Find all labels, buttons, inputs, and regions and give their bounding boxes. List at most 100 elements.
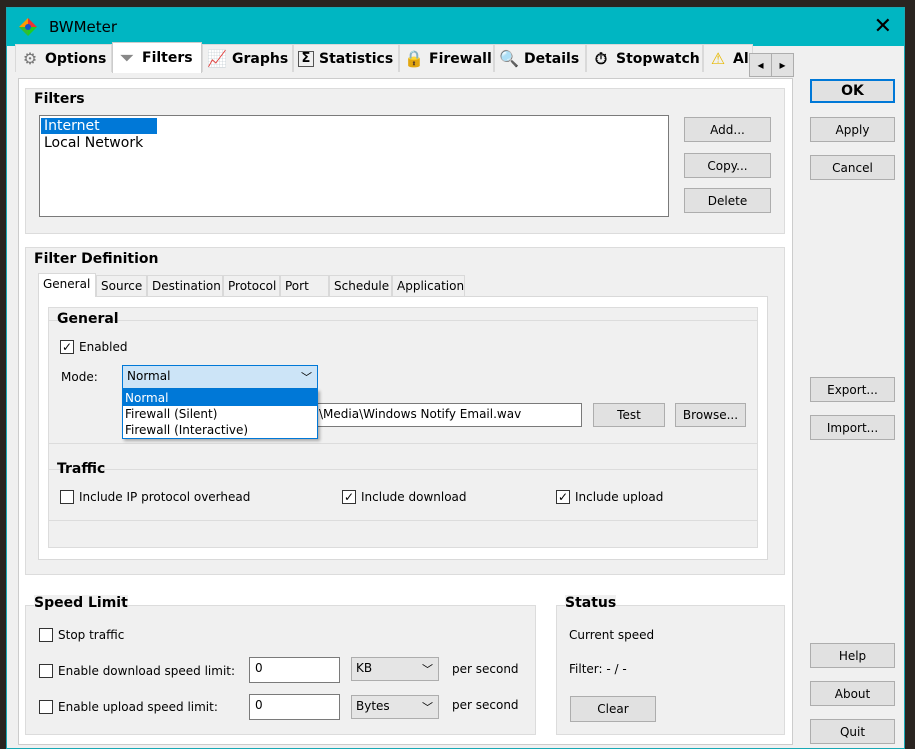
tab-filters[interactable]: ⏷ Filters xyxy=(112,42,202,73)
upload-unit-value: Bytes xyxy=(356,699,390,713)
tab-label: Options xyxy=(45,50,107,67)
subtab-application[interactable]: Application xyxy=(392,275,465,296)
mode-option-firewall-silent[interactable]: Firewall (Silent) xyxy=(123,406,317,422)
download-label: Include download xyxy=(361,490,467,504)
tab-label: Details xyxy=(524,50,580,67)
mode-select[interactable]: Normal ﹀ xyxy=(122,365,318,389)
tab-stopwatch[interactable]: ⏱ Stopwatch xyxy=(586,44,703,72)
list-item[interactable]: Local Network xyxy=(41,135,143,151)
title-bar: BWMeter ✕ xyxy=(7,8,904,46)
upload-limit-label: Enable upload speed limit: xyxy=(58,700,218,714)
upload-checkbox[interactable]: ✓ Include upload xyxy=(556,490,663,504)
list-item[interactable]: Internet xyxy=(41,118,157,134)
tab-scroll-left[interactable]: ◂ xyxy=(749,53,772,77)
sigma-icon: Σ xyxy=(298,50,314,67)
filter-speed-label: Filter: - / - xyxy=(569,662,627,676)
upload-unit-select[interactable]: Bytes ﹀ xyxy=(351,695,439,719)
ip-overhead-label: Include IP protocol overhead xyxy=(79,490,251,504)
checkbox-box xyxy=(39,664,53,678)
upload-limit-checkbox[interactable]: Enable upload speed limit: xyxy=(39,700,218,714)
mode-label: Mode: xyxy=(61,370,98,384)
lock-icon: 🔒 xyxy=(404,48,424,68)
clear-button[interactable]: Clear xyxy=(570,696,656,722)
filter-definition-title: Filter Definition xyxy=(34,251,159,267)
tab-statistics[interactable]: Σ Statistics xyxy=(293,44,399,72)
add-button[interactable]: Add... xyxy=(684,117,771,142)
warning-icon: ⚠ xyxy=(710,48,726,68)
tab-graphs[interactable]: 📈 Graphs xyxy=(202,44,293,72)
download-unit-select[interactable]: KB ﹀ xyxy=(351,657,439,681)
apply-button[interactable]: Apply xyxy=(810,117,895,142)
filters-title: Filters xyxy=(34,91,85,107)
subtab-general[interactable]: General xyxy=(38,273,96,297)
subtab-destination[interactable]: Destination xyxy=(147,275,223,296)
check-icon: ✓ xyxy=(60,340,74,354)
chevron-down-icon: ﹀ xyxy=(301,371,312,384)
mode-value: Normal xyxy=(127,369,171,383)
checkbox-box xyxy=(39,628,53,642)
stopwatch-icon: ⏱ xyxy=(594,48,608,68)
chevron-down-icon: ﹀ xyxy=(422,701,433,714)
about-button[interactable]: About xyxy=(810,681,895,706)
graph-icon: 📈 xyxy=(207,48,227,68)
mode-dropdown: Normal Firewall (Silent) Firewall (Inter… xyxy=(122,389,318,439)
subtab-protocol[interactable]: Protocol xyxy=(223,275,280,296)
enabled-label: Enabled xyxy=(79,340,128,354)
tab-firewall[interactable]: 🔒 Firewall xyxy=(399,44,494,72)
ok-button[interactable]: OK xyxy=(810,79,895,103)
checkbox-box xyxy=(60,490,74,504)
current-speed-label: Current speed xyxy=(569,628,655,642)
filter-list[interactable]: Internet Local Network xyxy=(39,115,669,217)
general-title: General xyxy=(57,311,119,327)
mode-option-normal[interactable]: Normal xyxy=(123,390,317,406)
tab-label: Graphs xyxy=(232,50,289,67)
stop-traffic-checkbox[interactable]: Stop traffic xyxy=(39,628,124,642)
browse-button[interactable]: Browse... xyxy=(675,403,746,427)
tab-label: Stopwatch xyxy=(616,50,700,67)
cancel-button[interactable]: Cancel xyxy=(810,155,895,180)
tab-scroll-right[interactable]: ▸ xyxy=(771,53,794,77)
subtab-port[interactable]: Port xyxy=(280,275,329,296)
check-icon: ✓ xyxy=(342,490,356,504)
help-button[interactable]: Help xyxy=(810,643,895,668)
test-button[interactable]: Test xyxy=(593,403,665,427)
gear-icon: ⚙ xyxy=(22,48,38,68)
stop-traffic-label: Stop traffic xyxy=(58,628,125,642)
check-icon: ✓ xyxy=(556,490,570,504)
tab-alerts[interactable]: ⚠ Al xyxy=(703,44,753,72)
subtab-schedule[interactable]: Schedule xyxy=(329,275,392,296)
tab-label: Al xyxy=(733,50,749,67)
app-logo-icon xyxy=(19,18,37,36)
speed-limit-title: Speed Limit xyxy=(34,595,128,611)
download-limit-input[interactable]: 0 xyxy=(249,657,340,683)
status-title: Status xyxy=(565,595,617,611)
upload-limit-input[interactable]: 0 xyxy=(249,694,340,720)
delete-button[interactable]: Delete xyxy=(684,188,771,213)
magnifier-icon: 🔍 xyxy=(499,48,519,68)
tab-label: Filters xyxy=(142,50,193,66)
export-button[interactable]: Export... xyxy=(810,377,895,402)
mode-option-firewall-interactive[interactable]: Firewall (Interactive) xyxy=(123,422,317,438)
per-second-label: per second xyxy=(452,698,519,712)
enabled-checkbox[interactable]: ✓ Enabled xyxy=(60,340,128,354)
ip-overhead-checkbox[interactable]: Include IP protocol overhead xyxy=(60,490,250,504)
funnel-icon: ⏷ xyxy=(120,48,134,67)
chevron-down-icon: ﹀ xyxy=(422,663,433,676)
window-title: BWMeter xyxy=(49,18,118,36)
tab-details[interactable]: 🔍 Details xyxy=(494,44,586,72)
per-second-label: per second xyxy=(452,662,519,676)
sound-file-input[interactable]: \Media\Windows Notify Email.wav xyxy=(313,403,582,427)
copy-button[interactable]: Copy... xyxy=(684,153,771,178)
close-icon[interactable]: ✕ xyxy=(874,14,892,39)
download-limit-checkbox[interactable]: Enable download speed limit: xyxy=(39,664,235,678)
subtab-source[interactable]: Source xyxy=(96,275,147,296)
traffic-title: Traffic xyxy=(57,461,106,477)
tab-label: Statistics xyxy=(319,50,394,67)
checkbox-box xyxy=(39,700,53,714)
tab-options[interactable]: ⚙ Options xyxy=(15,44,112,72)
download-unit-value: KB xyxy=(356,661,373,675)
quit-button[interactable]: Quit xyxy=(810,719,895,744)
tab-label: Firewall xyxy=(429,50,492,67)
import-button[interactable]: Import... xyxy=(810,415,895,440)
download-checkbox[interactable]: ✓ Include download xyxy=(342,490,467,504)
